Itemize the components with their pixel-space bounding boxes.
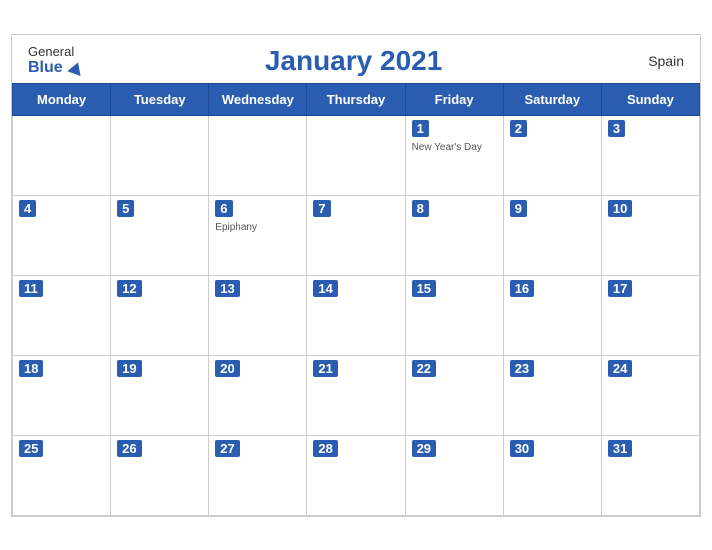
calendar-week-row: 11 12 13 14 15 16 17 [13,275,700,355]
country-label: Spain [624,53,684,69]
day-number: 27 [215,440,239,457]
day-event: Epiphany [215,222,300,233]
calendar-day-cell: 2 [503,115,601,195]
day-number: 5 [117,200,134,217]
calendar-day-cell [13,115,111,195]
day-number: 4 [19,200,36,217]
calendar-day-cell: 27 [209,435,307,515]
calendar-day-cell: 16 [503,275,601,355]
calendar-day-cell: 23 [503,355,601,435]
calendar-day-cell: 12 [111,275,209,355]
weekday-header-row: Monday Tuesday Wednesday Thursday Friday… [13,83,700,115]
day-number: 6 [215,200,232,217]
calendar-day-cell: 30 [503,435,601,515]
logo-area: General Blue [28,45,83,77]
calendar-day-cell: 25 [13,435,111,515]
calendar-week-row: 4 5 6 Epiphany 7 8 9 10 [13,195,700,275]
calendar-week-row: 25 26 27 28 29 30 31 [13,435,700,515]
day-number: 12 [117,280,141,297]
day-number: 24 [608,360,632,377]
day-number: 14 [313,280,337,297]
calendar-week-row: 1 New Year's Day 2 3 [13,115,700,195]
calendar-day-cell: 28 [307,435,405,515]
day-number: 16 [510,280,534,297]
calendar-day-cell: 15 [405,275,503,355]
weekday-friday: Friday [405,83,503,115]
calendar-day-cell: 18 [13,355,111,435]
day-number: 25 [19,440,43,457]
weekday-tuesday: Tuesday [111,83,209,115]
day-number: 3 [608,120,625,137]
month-title: January 2021 [83,45,624,77]
calendar-day-cell: 20 [209,355,307,435]
calendar-day-cell [111,115,209,195]
day-event: New Year's Day [412,142,497,153]
calendar-day-cell: 14 [307,275,405,355]
day-number: 8 [412,200,429,217]
day-number: 17 [608,280,632,297]
calendar-day-cell: 29 [405,435,503,515]
calendar-day-cell [307,115,405,195]
day-number: 7 [313,200,330,217]
day-number: 30 [510,440,534,457]
day-number: 1 [412,120,429,137]
calendar-day-cell: 31 [601,435,699,515]
day-number: 18 [19,360,43,377]
calendar-day-cell: 22 [405,355,503,435]
calendar-day-cell: 26 [111,435,209,515]
calendar-header: General Blue January 2021 Spain [12,35,700,83]
calendar-day-cell: 1 New Year's Day [405,115,503,195]
calendar-day-cell: 8 [405,195,503,275]
calendar-day-cell: 10 [601,195,699,275]
day-number: 20 [215,360,239,377]
calendar-day-cell: 5 [111,195,209,275]
day-number: 22 [412,360,436,377]
calendar-day-cell: 11 [13,275,111,355]
calendar-day-cell: 13 [209,275,307,355]
day-number: 31 [608,440,632,457]
day-number: 19 [117,360,141,377]
calendar-day-cell: 17 [601,275,699,355]
day-number: 28 [313,440,337,457]
day-number: 21 [313,360,337,377]
weekday-saturday: Saturday [503,83,601,115]
weekday-monday: Monday [13,83,111,115]
calendar-table: Monday Tuesday Wednesday Thursday Friday… [12,83,700,516]
calendar-day-cell: 4 [13,195,111,275]
day-number: 29 [412,440,436,457]
weekday-thursday: Thursday [307,83,405,115]
calendar-day-cell: 7 [307,195,405,275]
calendar-week-row: 18 19 20 21 22 23 24 [13,355,700,435]
calendar: General Blue January 2021 Spain Monday T… [11,34,701,517]
day-number: 9 [510,200,527,217]
day-number: 13 [215,280,239,297]
calendar-day-cell: 6 Epiphany [209,195,307,275]
logo-general-text: General [28,45,74,59]
day-number: 10 [608,200,632,217]
weekday-wednesday: Wednesday [209,83,307,115]
day-number: 26 [117,440,141,457]
calendar-day-cell: 9 [503,195,601,275]
weekday-sunday: Sunday [601,83,699,115]
day-number: 2 [510,120,527,137]
day-number: 11 [19,280,43,297]
calendar-day-cell [209,115,307,195]
calendar-day-cell: 24 [601,355,699,435]
calendar-day-cell: 21 [307,355,405,435]
day-number: 23 [510,360,534,377]
calendar-day-cell: 3 [601,115,699,195]
calendar-day-cell: 19 [111,355,209,435]
day-number: 15 [412,280,436,297]
logo-blue-text: Blue [28,59,83,77]
